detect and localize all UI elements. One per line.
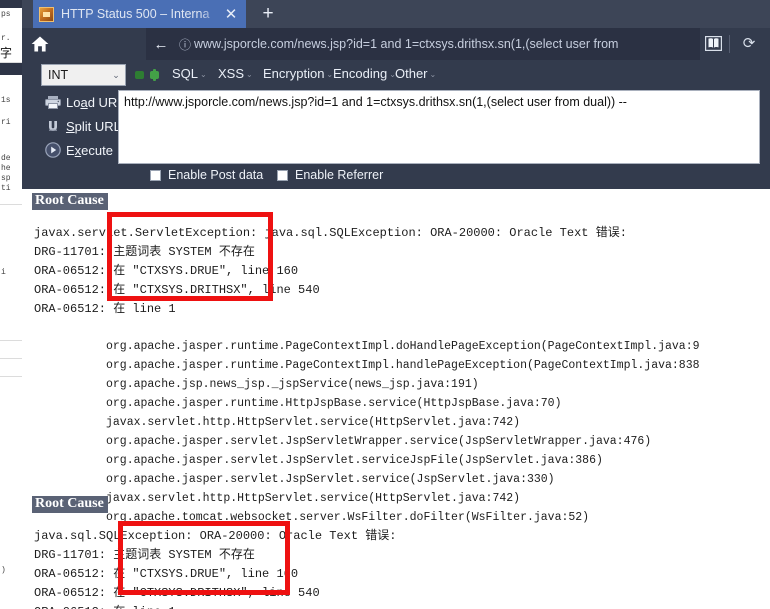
navigation-bar: ← ⓘ www.jsporcle.com/news.jsp?id=1 and 1…: [22, 28, 770, 60]
bg-divider: [0, 358, 22, 359]
bg-text-fragment: de: [1, 154, 11, 163]
load-url-button[interactable]: Load URL: [40, 90, 130, 114]
chevron-down-icon: ⌄: [200, 70, 207, 80]
home-icon[interactable]: [30, 34, 50, 54]
bg-window-chrome: [0, 0, 22, 8]
bg-text-fragment: i: [1, 268, 6, 277]
bg-text-fragment: 字: [0, 46, 13, 60]
menu-sql-label: SQL: [172, 66, 199, 81]
toolbar-divider: [729, 35, 730, 53]
execute-button[interactable]: Execute: [40, 138, 130, 162]
checkbox-box: [277, 169, 288, 181]
site-info-icon[interactable]: ⓘ: [176, 36, 194, 53]
reading-view-icon[interactable]: [704, 35, 723, 52]
error-line: ORA-06512: 在 line 1: [34, 302, 176, 316]
tab-strip: HTTP Status 500 – Interna ✕ +: [22, 0, 770, 28]
menu-sql[interactable]: SQL ⌄: [172, 66, 207, 81]
background-window[interactable]: ps r. 字 1s ri de he sp ti i ): [0, 0, 23, 609]
menu-xss[interactable]: XSS ⌄: [218, 66, 253, 81]
trace-line: org.apache.jasper.runtime.HttpJspBase.se…: [106, 397, 562, 410]
tab-http-status-500[interactable]: HTTP Status 500 – Interna ✕: [33, 0, 246, 28]
refresh-icon[interactable]: ⟳: [740, 35, 758, 53]
trace-line: org.apache.jasper.servlet.JspServletWrap…: [106, 435, 652, 448]
bg-text-fragment: sp: [1, 174, 11, 183]
error-line: ORA-06512: 在 "CTXSYS.DRUE", line 160: [34, 264, 299, 278]
increment-button[interactable]: [150, 69, 159, 81]
menu-other[interactable]: Other ⌄: [395, 66, 436, 81]
bg-text-fragment: ps: [1, 10, 11, 19]
error-line: DRG-11701: 主题词表 SYSTEM 不存在: [34, 548, 255, 562]
enable-post-data-label: Enable Post data: [168, 168, 264, 182]
tomcat-favicon-icon: [39, 6, 54, 22]
menu-encryption[interactable]: Encryption ⌄: [263, 66, 333, 81]
menu-other-label: Other: [395, 66, 428, 81]
magnet-icon: [40, 119, 66, 133]
chevron-down-icon: ⌄: [246, 70, 253, 80]
bg-text-fragment: he: [1, 164, 11, 173]
play-icon: [40, 142, 66, 158]
new-tab-icon[interactable]: +: [258, 4, 278, 24]
url-text[interactable]: www.jsporcle.com/news.jsp?id=1 and 1=ctx…: [194, 37, 700, 51]
execute-label: Execute: [66, 142, 113, 158]
error-line: java.sql.SQLException: ORA-20000: Oracle…: [34, 529, 397, 543]
trace-line: org.apache.jasper.servlet.JspServlet.ser…: [106, 454, 603, 467]
split-url-button[interactable]: Split URL: [40, 114, 130, 138]
trace-line: org.apache.jasper.runtime.PageContextImp…: [106, 359, 700, 372]
checkbox-box: [150, 169, 161, 181]
root-cause-message-1: javax.servlet.ServletException: java.sql…: [34, 224, 627, 319]
load-url-label: Load URL: [66, 94, 125, 110]
bg-divider: [0, 340, 22, 341]
root-cause-heading-1: Root Cause: [32, 193, 108, 210]
bg-divider: [0, 204, 22, 205]
bg-divider: [0, 376, 22, 377]
printer-icon: [40, 95, 66, 109]
hackbar-toolbar: INT ⌄ SQL ⌄ XSS ⌄ Encryption ⌄ Encoding ⌄ Ot…: [22, 60, 770, 189]
error-line: ORA-06512: 在 "CTXSYS.DRITHSX", line 540: [34, 586, 320, 600]
error-line: ORA-06512: 在 "CTXSYS.DRUE", line 160: [34, 567, 299, 581]
trace-line: org.apache.jasper.runtime.PageContextImp…: [106, 340, 700, 353]
menu-xss-label: XSS: [218, 66, 245, 81]
payload-url-value: http://www.jsporcle.com/news.jsp?id=1 an…: [124, 95, 627, 109]
bg-text-fragment: ): [1, 566, 6, 575]
enable-post-data-checkbox[interactable]: Enable Post data: [150, 168, 263, 182]
close-icon[interactable]: ✕: [222, 7, 240, 22]
back-icon[interactable]: ←: [146, 28, 176, 60]
error-line: javax.servlet.ServletException: java.sql…: [34, 226, 627, 240]
error-line: ORA-06512: 在 line 1: [34, 605, 176, 609]
menu-encryption-label: Encryption: [263, 66, 325, 81]
browser-window: HTTP Status 500 – Interna ✕ + ← ⓘ www.js…: [22, 0, 770, 189]
enable-referrer-label: Enable Referrer: [295, 168, 384, 182]
trace-line: org.apache.tomcat.websocket.server.WsFil…: [106, 511, 590, 524]
split-url-label: Split URL: [66, 118, 121, 134]
payload-url-input[interactable]: http://www.jsporcle.com/news.jsp?id=1 an…: [118, 90, 760, 164]
bg-window-band: [0, 63, 22, 75]
bg-text-fragment: 1s: [1, 96, 11, 105]
trace-line: org.apache.jsp.news_jsp._jspService(news…: [106, 378, 479, 391]
chevron-down-icon: ⌄: [429, 70, 437, 80]
decrement-button[interactable]: [135, 71, 144, 79]
bg-text-fragment: ti: [1, 184, 11, 193]
chevron-down-icon: ⌄: [112, 69, 120, 80]
root-cause-heading-2: Root Cause: [32, 496, 108, 513]
trace-line: javax.servlet.http.HttpServlet.service(H…: [106, 416, 521, 429]
error-page-content: Root Cause javax.servlet.ServletExceptio…: [22, 189, 770, 609]
error-line: DRG-11701: 主题词表 SYSTEM 不存在: [34, 245, 255, 259]
payload-type-value: INT: [48, 68, 69, 82]
trace-line: org.apache.jasper.servlet.JspServlet.ser…: [106, 473, 555, 486]
menu-encoding[interactable]: Encoding ⌄: [333, 66, 396, 81]
stack-trace-1: org.apache.jasper.runtime.PageContextImp…: [106, 337, 700, 527]
address-bar[interactable]: ← ⓘ www.jsporcle.com/news.jsp?id=1 and 1…: [146, 28, 700, 60]
error-line: ORA-06512: 在 "CTXSYS.DRITHSX", line 540: [34, 283, 320, 297]
menu-encoding-label: Encoding: [333, 66, 388, 81]
trace-line: javax.servlet.http.HttpServlet.service(H…: [106, 492, 521, 505]
payload-type-select[interactable]: INT ⌄: [41, 64, 126, 86]
bg-text-fragment: ri: [1, 118, 11, 127]
tab-title: HTTP Status 500 – Interna: [61, 7, 210, 21]
enable-referrer-checkbox[interactable]: Enable Referrer: [277, 168, 383, 182]
root-cause-message-2: java.sql.SQLException: ORA-20000: Oracle…: [34, 527, 396, 609]
bg-text-fragment: r.: [1, 34, 11, 43]
